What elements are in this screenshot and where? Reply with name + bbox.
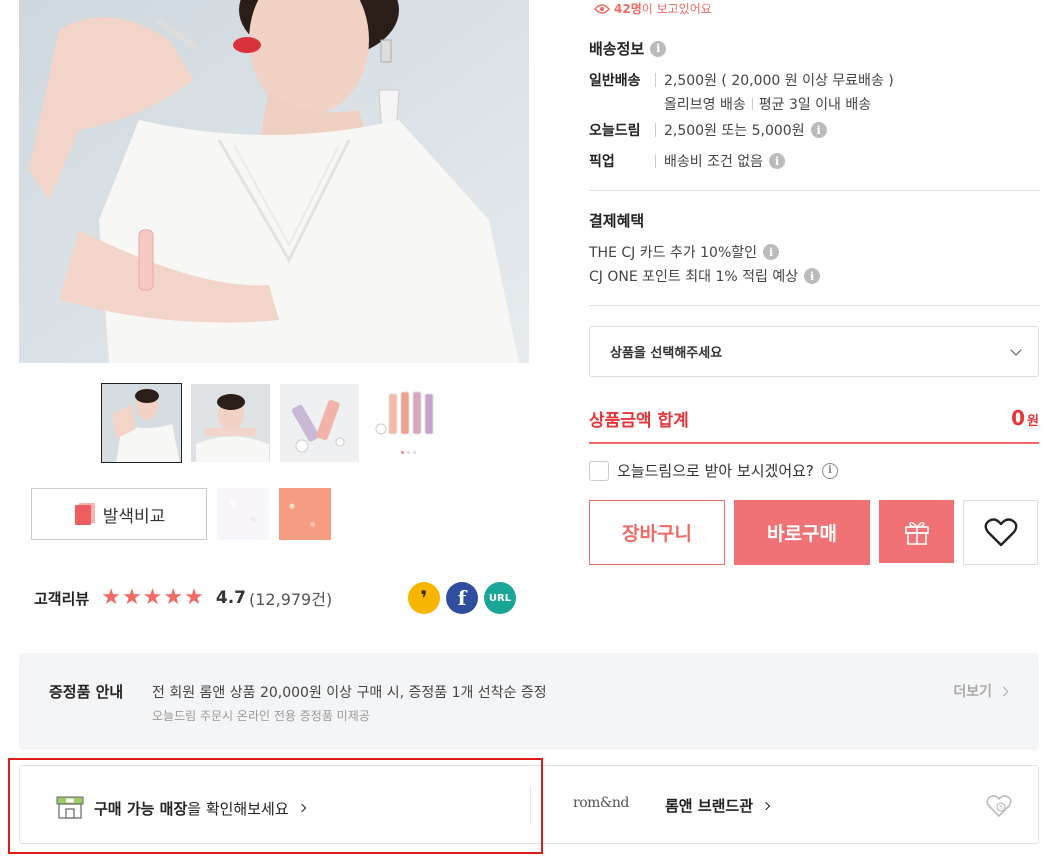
shipping-value: 2,500원 또는 5,000원 [664,123,805,139]
purchase-actions: 장바구니 바로구매 [589,500,1038,565]
share-icons: ❜ f URL [408,582,516,614]
review-count[interactable]: (12,979건) [249,586,332,610]
shipping-row-normal: 일반배송 2,500원 ( 20,000 원 이상 무료배송 ) 올리브영 배송… [589,70,894,114]
star-rating: ★ ★ ★ ★ ★ [101,587,204,609]
gift-info-banner: 증정품 안내 전 회원 롬앤 상품 20,000원 이상 구매 시, 증정품 1… [19,653,1039,750]
brand-shop-label: 롬앤 브랜드관 [665,797,754,815]
gift-button[interactable] [879,500,954,563]
info-icon[interactable]: i [821,462,838,479]
total-price-unit: 원 [1027,414,1039,429]
wishlist-button[interactable] [963,500,1038,565]
total-price-label: 상품금액 합계 [589,410,689,431]
thumbnail-4[interactable] [368,383,449,463]
color-compare-label: 발색비교 [102,506,166,527]
divider [589,190,1039,191]
shipping-title-text: 배송정보 [589,40,645,58]
today-dream-checkbox[interactable] [589,460,609,481]
brand-shop-link[interactable]: 롬앤 브랜드관 [665,795,771,816]
review-label: 고객리뷰 [34,589,90,608]
brand-logo: rom&nd [573,795,629,811]
divider [530,786,531,824]
brand-like-icon[interactable]: B [986,794,1012,822]
svg-text:B: B [999,805,1003,811]
gift-more-label: 더보기 [953,684,992,700]
url-copy-icon[interactable]: URL [484,582,516,614]
shipping-value: 2,500원 ( 20,000 원 이상 무료배송 ) [664,73,894,89]
today-dream-option: 오늘드림으로 받아 보시겠어요? i [589,460,838,481]
store-check-link[interactable]: 구매 가능 매장을 확인해보세요 [56,796,306,820]
info-icon[interactable]: i [650,40,667,57]
today-dream-label: 오늘드림으로 받아 보시겠어요? [617,462,814,480]
store-check-text: 을 확인해보세요 [187,799,289,818]
shipping-sub-a: 올리브영 배송 [664,97,746,113]
shipping-row-pickup: 픽업 배송비 조건 없음 i [589,151,786,171]
viewer-number: 42명 [614,2,642,16]
chevron-right-icon [998,686,1009,696]
review-score: 4.7 [215,588,246,608]
gift-icon [904,521,929,545]
swatch-shimmer[interactable] [217,488,269,540]
chevron-right-icon [761,801,771,810]
add-to-cart-button[interactable]: 장바구니 [589,500,725,565]
heart-icon [984,517,1017,546]
star-icon: ★ [142,585,163,610]
kakao-share-icon[interactable]: ❜ [408,582,440,614]
shipping-key: 픽업 [589,154,615,170]
star-icon: ★ [121,585,142,610]
thumbnail-3[interactable] [279,383,360,463]
store-brand-bar: 구매 가능 매장을 확인해보세요 rom&nd 롬앤 브랜드관 B [19,765,1039,844]
thumbnail-pager [369,451,448,454]
total-price-number: 0 [1011,406,1026,430]
payment-title: 결제혜택 [589,212,645,230]
review-summary: 고객리뷰 ★ ★ ★ ★ ★ 4.7 (12,979건) ❜ f URL [34,582,516,614]
shipping-key: 오늘드림 [589,123,641,139]
store-check-bold: 구매 가능 매장 [94,799,188,818]
star-icon: ★ [163,585,184,610]
shipping-title: 배송정보 i [589,38,667,59]
option-select-placeholder: 상품을 선택해주세요 [610,346,723,361]
gift-title: 증정품 안내 [49,683,124,701]
info-icon[interactable]: i [804,268,821,284]
star-icon: ★ [101,585,121,610]
viewer-text: 이 보고있어요 [641,2,712,16]
gift-more-link[interactable]: 더보기 [953,681,1009,701]
facebook-share-icon[interactable]: f [446,582,478,614]
shipping-value: 배송비 조건 없음 [664,154,764,170]
info-icon[interactable]: i [810,122,827,138]
option-select[interactable]: 상품을 선택해주세요 [589,326,1039,377]
swatch-coral[interactable] [279,488,331,540]
gift-subtext: 오늘드림 주문시 온라인 전용 증정품 미제공 [152,709,370,723]
buy-now-button[interactable]: 바로구매 [734,500,870,565]
viewer-count: 42명이 보고있어요 [594,0,712,17]
thumbnail-list [101,383,449,463]
gift-text: 전 회원 롬앤 상품 20,000원 이상 구매 시, 증정품 1개 선착순 증… [152,685,547,701]
total-price-value: 0원 [1011,406,1039,430]
chevron-right-icon [297,803,306,813]
shipping-row-today: 오늘드림 2,500원 또는 5,000원 i [589,120,827,140]
star-icon: ★ [184,585,204,610]
info-icon[interactable]: i [763,244,780,260]
shipping-key: 일반배송 [589,73,641,89]
product-main-image [19,0,529,363]
payment-benefit-2: CJ ONE 포인트 최대 1% 적립 예상 i [589,266,821,286]
total-price-row: 상품금액 합계 0원 [589,398,1039,444]
payment-benefit-text: CJ ONE 포인트 최대 1% 적립 예상 [589,269,799,285]
chevron-down-icon [1010,343,1022,356]
shipping-sub-b: 평균 3일 이내 배송 [758,97,872,113]
payment-benefit-1: THE CJ 카드 추가 10%할인 i [589,242,780,262]
swatch-row: 발색비교 [31,488,331,540]
thumbnail-1[interactable] [101,383,182,463]
compare-swatch-icon [73,503,95,525]
color-compare-button[interactable]: 발색비교 [31,488,207,540]
thumbnail-2[interactable] [190,383,271,463]
store-icon [56,796,84,819]
payment-benefit-text: THE CJ 카드 추가 10%할인 [589,245,758,261]
info-icon[interactable]: i [769,153,786,169]
eye-icon [594,3,610,14]
divider [589,305,1039,306]
